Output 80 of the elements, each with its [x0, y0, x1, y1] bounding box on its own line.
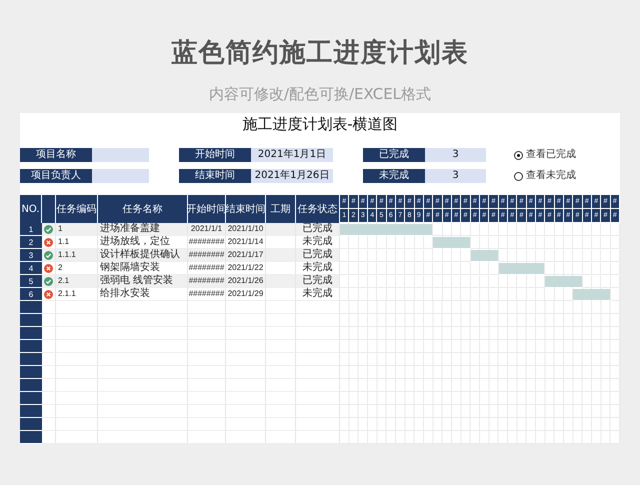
sheet-title: 施工进度计划表-横道图	[242, 114, 398, 135]
empty-cell	[188, 431, 226, 444]
empty-cell	[56, 379, 98, 392]
empty-cell	[226, 392, 266, 405]
row-number: 2	[20, 236, 42, 249]
empty-cell	[188, 366, 226, 379]
empty-cell	[56, 431, 98, 444]
empty-cell	[226, 353, 266, 366]
empty-cell	[188, 405, 226, 418]
column-header: 任务名称	[98, 195, 188, 223]
field-value	[92, 169, 149, 183]
empty-cell	[188, 418, 226, 431]
empty-cell	[188, 379, 226, 392]
empty-cell	[56, 327, 98, 340]
field-label: 已完成	[363, 148, 425, 162]
field-label: 结束时间	[179, 169, 251, 183]
empty-cell	[226, 327, 266, 340]
empty-cell	[188, 314, 226, 327]
empty-cell	[56, 353, 98, 366]
empty-cell	[266, 392, 296, 405]
field-value: 2021年1月26日	[251, 169, 333, 183]
table-cell: 2.1.1	[56, 288, 98, 301]
row-number: 1	[20, 223, 42, 236]
column-header: 工期	[266, 195, 296, 223]
empty-cell	[266, 327, 296, 340]
radio-button[interactable]	[514, 150, 523, 160]
empty-cell	[188, 340, 226, 353]
radio-label: 查看未完成	[526, 170, 576, 182]
field-label: 未完成	[363, 169, 425, 183]
field-value: 3	[425, 148, 486, 162]
row-number: 6	[20, 288, 42, 301]
empty-cell	[266, 405, 296, 418]
table-cell: 2021/1/29	[226, 288, 266, 301]
empty-cell	[56, 340, 98, 353]
empty-cell	[56, 314, 98, 327]
empty-cell	[266, 418, 296, 431]
empty-cell	[226, 405, 266, 418]
empty-cell	[226, 301, 266, 314]
field-label: 项目名称	[20, 148, 92, 162]
field-label: 项目负责人	[20, 169, 92, 183]
column-header: 任务编码	[56, 195, 98, 223]
page-subtitle: 内容可修改/配色可换/EXCEL格式	[208, 84, 432, 104]
radio-button[interactable]	[514, 172, 523, 180]
empty-cell	[266, 379, 296, 392]
field-value	[92, 148, 149, 162]
row-number: 4	[20, 262, 42, 275]
row-number: 3	[20, 249, 42, 262]
table-cell: 给排水安装	[98, 288, 188, 301]
empty-cell	[56, 392, 98, 405]
table-cell: ########	[188, 288, 226, 301]
field-value: 3	[425, 169, 486, 183]
empty-cell	[266, 431, 296, 444]
empty-cell	[226, 314, 266, 327]
empty-cell	[266, 301, 296, 314]
empty-cell	[188, 392, 226, 405]
empty-cell	[226, 379, 266, 392]
empty-cell	[266, 340, 296, 353]
column-header: NO.	[20, 195, 42, 223]
page-title: 蓝色简约施工进度计划表	[172, 37, 468, 70]
empty-cell	[226, 366, 266, 379]
empty-cell	[188, 301, 226, 314]
column-header	[42, 195, 56, 223]
row-number: 5	[20, 275, 42, 288]
radio-label: 查看已完成	[526, 149, 576, 161]
empty-cell	[266, 314, 296, 327]
empty-cell	[266, 353, 296, 366]
column-header: 任务状态	[296, 195, 340, 223]
empty-cell	[226, 340, 266, 353]
field-value: 2021年1月1日	[251, 148, 333, 162]
empty-cell	[188, 327, 226, 340]
empty-cell	[266, 366, 296, 379]
field-label: 开始时间	[179, 148, 251, 162]
empty-cell	[56, 366, 98, 379]
empty-cell	[226, 418, 266, 431]
empty-cell	[56, 301, 98, 314]
empty-cell	[56, 405, 98, 418]
empty-cell	[188, 353, 226, 366]
empty-cell	[56, 418, 98, 431]
column-header: 结束时间	[226, 195, 266, 223]
empty-cell	[226, 431, 266, 444]
